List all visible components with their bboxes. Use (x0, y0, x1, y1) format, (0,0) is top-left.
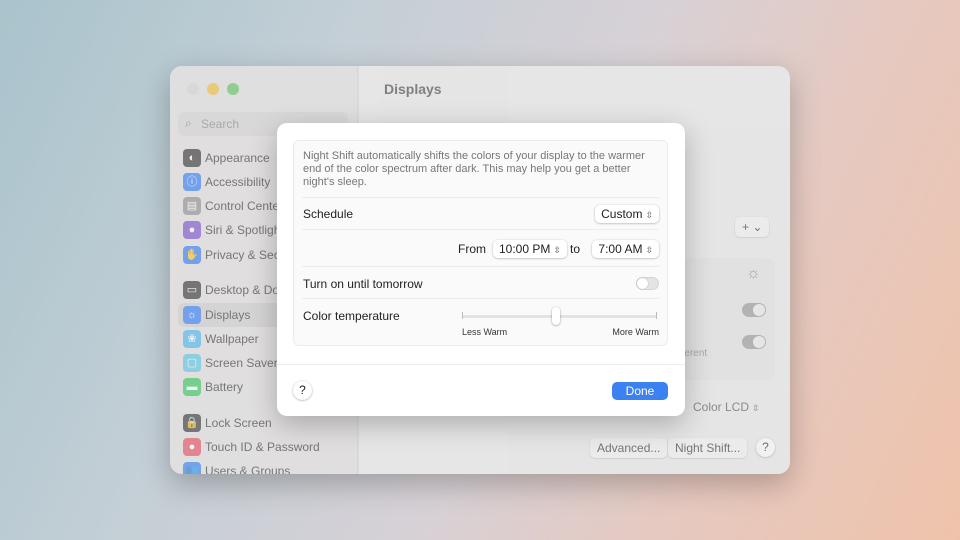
more-warm-label: More Warm (612, 327, 659, 337)
schedule-value: Custom (601, 207, 643, 221)
battery-icon: ▬ (183, 378, 201, 396)
from-label: From (458, 242, 486, 256)
slider-tick (462, 312, 463, 319)
help-button[interactable]: ? (756, 438, 775, 457)
turn-on-toggle[interactable] (636, 277, 659, 290)
display-profile-select[interactable]: Color LCD ⇳ (693, 400, 760, 414)
slider-tick (656, 312, 657, 319)
advanced-button[interactable]: Advanced... (590, 438, 668, 458)
sidebar-item-label: Screen Saver (205, 356, 278, 370)
close-button[interactable] (187, 83, 199, 95)
sidebar-item-label: Users & Groups (205, 464, 291, 474)
lock-screen-icon: 🔒 (183, 414, 201, 432)
sidebar-item-label: Control Center (205, 199, 284, 213)
sidebar-item-label: Appearance (205, 151, 270, 165)
schedule-label: Schedule (303, 207, 354, 221)
control-center-icon: ▤ (183, 197, 201, 215)
minimize-button[interactable] (207, 83, 219, 95)
done-button[interactable]: Done (612, 382, 668, 400)
screen-saver-icon: ▢ (183, 354, 201, 372)
display-profile-value: Color LCD (693, 400, 750, 414)
search-placeholder: Search (201, 117, 240, 131)
brightness-icon: ☼ (746, 265, 761, 282)
sidebar-item-label: Wallpaper (205, 332, 259, 346)
time-row: From 10:00 PM ⇳ to 7:00 AM ⇳ (302, 229, 659, 266)
zoom-button[interactable] (227, 83, 239, 95)
sidebar-item-label: Displays (205, 308, 251, 322)
displays-icon: ☼ (183, 306, 201, 324)
color-temperature-label: Color temperature (303, 309, 400, 323)
updown-icon: ⇳ (645, 210, 653, 220)
users-groups-icon: 👥 (183, 462, 201, 474)
stepper-icon: ⇳ (553, 245, 561, 255)
sidebar-item-users-groups[interactable]: 👥 Users & Groups (178, 459, 350, 474)
divider (277, 364, 685, 365)
wallpaper-icon: ❀ (183, 330, 201, 348)
window-controls (187, 83, 239, 95)
appearance-icon: ◐ (183, 149, 201, 167)
less-warm-label: Less Warm (462, 327, 508, 337)
sidebar-item-touch-id-password[interactable]: ● Touch ID & Password (178, 435, 350, 459)
desktop-dock-icon: ▭ (183, 281, 201, 299)
dialog-help-button[interactable]: ? (293, 381, 312, 400)
from-time-value: 10:00 PM (499, 242, 551, 256)
toggle-2[interactable] (742, 335, 766, 349)
updown-icon: ⇳ (752, 403, 760, 413)
night-shift-button[interactable]: Night Shift... (668, 438, 748, 458)
color-temperature-slider[interactable] (462, 307, 657, 325)
privacy-security-icon: ✋ (183, 246, 201, 264)
turn-on-label: Turn on until tomorrow (303, 277, 423, 291)
stepper-icon: ⇳ (645, 245, 653, 255)
from-time-stepper[interactable]: 10:00 PM ⇳ (493, 240, 567, 258)
sidebar-item-label: Accessibility (205, 175, 271, 189)
to-time-stepper[interactable]: 7:00 AM ⇳ (592, 240, 659, 258)
to-time-value: 7:00 AM (598, 242, 643, 256)
to-label: to (570, 242, 581, 256)
night-shift-settings-group: Night Shift automatically shifts the col… (293, 140, 668, 346)
schedule-row: Schedule Custom ⇳ (302, 197, 659, 229)
touch-id-password-icon: ● (183, 438, 201, 456)
schedule-select[interactable]: Custom ⇳ (595, 205, 659, 223)
toggle-1[interactable] (742, 303, 766, 317)
accessibility-icon: ⓘ (183, 173, 201, 191)
page-title: Displays (384, 81, 442, 97)
turn-on-row: Turn on until tomorrow (302, 266, 659, 298)
search-icon: ⌕ (185, 116, 192, 130)
night-shift-description: Night Shift automatically shifts the col… (303, 150, 645, 188)
sidebar-item-label: Battery (205, 380, 244, 394)
slider-thumb[interactable] (551, 307, 560, 325)
sidebar-item-label: Lock Screen (205, 416, 272, 430)
sidebar-item-label: Touch ID & Password (205, 440, 320, 454)
siri-spotlight-icon: ● (183, 221, 201, 239)
color-temperature-row: Color temperature Less Warm More Warm (302, 298, 659, 346)
sidebar-item-label: Siri & Spotlight (205, 223, 284, 237)
night-shift-dialog: Night Shift automatically shifts the col… (277, 123, 685, 416)
add-display-button[interactable]: + ⌄ (735, 217, 770, 237)
